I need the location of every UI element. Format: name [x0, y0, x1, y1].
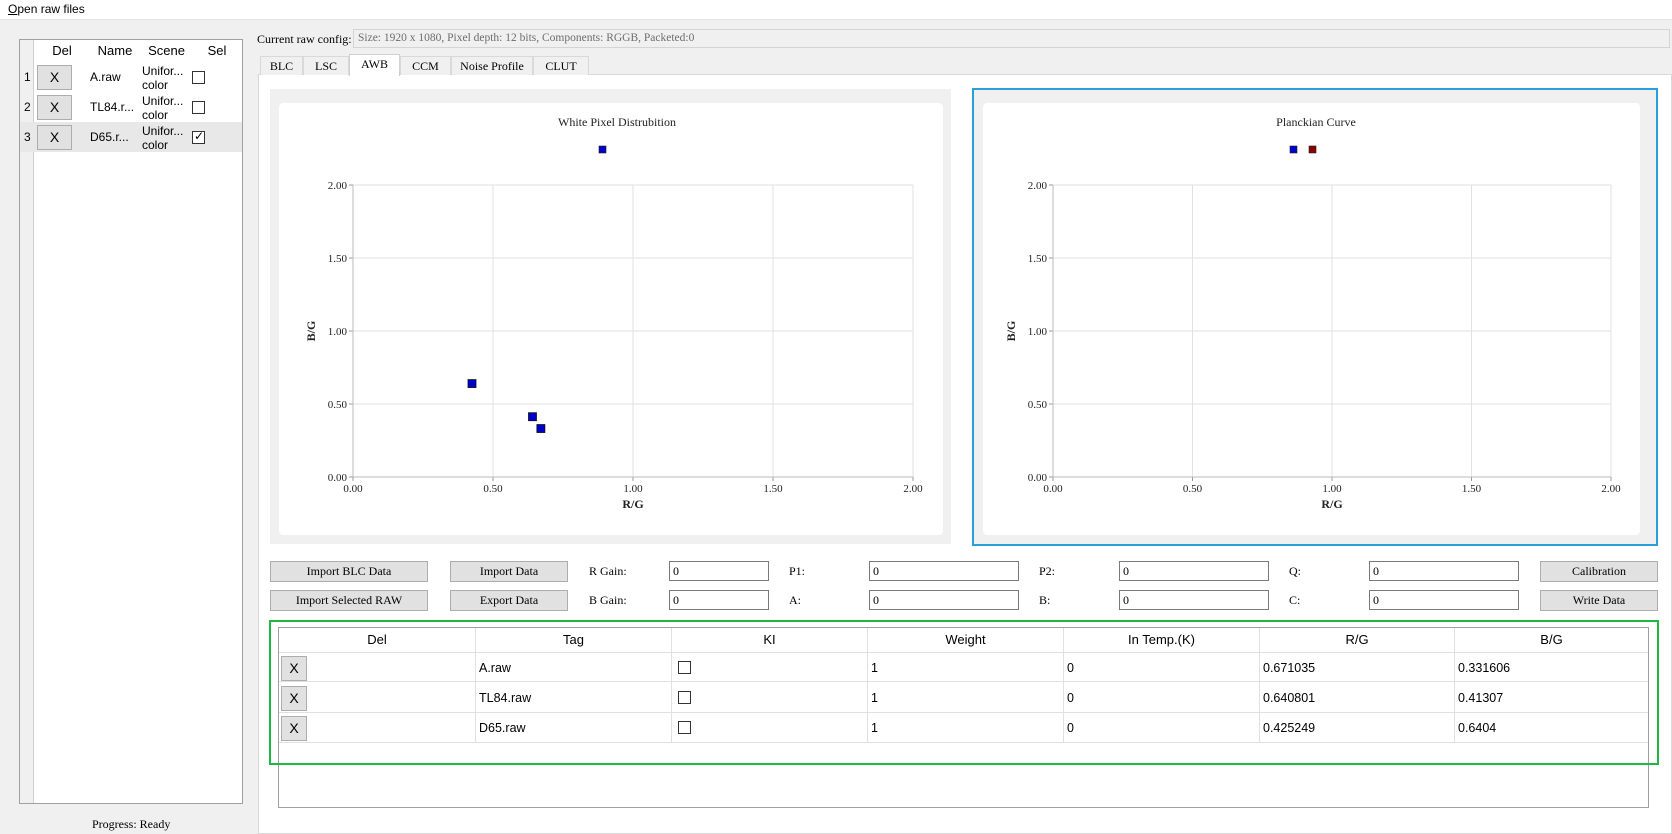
- x-tick-label: 0.50: [483, 483, 503, 495]
- row-number: 2: [24, 100, 31, 114]
- r-gain-input[interactable]: 0: [669, 561, 769, 581]
- white-pixel-chart: White Pixel Distrubition 0.00 0.50 1.00 1.50…: [304, 115, 923, 511]
- tab-lsc[interactable]: LSC: [303, 56, 349, 75]
- data-point: [528, 412, 537, 422]
- y-tick-label: 2.00: [1028, 180, 1048, 192]
- select-checkbox[interactable]: [192, 129, 205, 144]
- file-grid-header-scene: Scene: [148, 43, 185, 58]
- tab-clut[interactable]: CLUT: [533, 56, 589, 75]
- planckian-chart: Planckian Curve 0.00 0.50 1.00 1.50 2.00 0.00 0…: [1004, 115, 1621, 511]
- open-raw-files-menu[interactable]: Open raw files: [8, 2, 85, 16]
- tab-awb[interactable]: AWB: [349, 54, 400, 76]
- x-axis-label: R/G: [622, 497, 643, 511]
- tab-ccm[interactable]: CCM: [400, 56, 451, 75]
- export-data-button[interactable]: Export Data: [450, 590, 568, 611]
- q-label: Q:: [1289, 564, 1301, 578]
- file-grid-header-del: Del: [52, 43, 72, 58]
- row-number: 3: [24, 130, 31, 144]
- r-gain-label: R Gain:: [589, 564, 627, 578]
- legend-marker: [598, 145, 607, 154]
- file-scene: Unifor... color: [142, 94, 184, 122]
- file-grid-header-name: Name: [97, 43, 133, 58]
- raw-config-label: Current raw config:: [257, 32, 352, 46]
- selection-highlight: [269, 620, 1659, 765]
- x-tick-label: 1.00: [623, 483, 643, 495]
- delete-file-button[interactable]: X: [37, 65, 72, 90]
- select-checkbox[interactable]: [192, 101, 205, 114]
- write-data-button[interactable]: Write Data: [1540, 590, 1658, 611]
- x-tick-label: 0.00: [343, 483, 363, 495]
- y-axis-label: B/G: [304, 321, 318, 342]
- data-point: [536, 424, 546, 433]
- chart-title: White Pixel Distrubition: [558, 115, 676, 129]
- file-scene: Unifor... color: [142, 64, 184, 92]
- import-data-button[interactable]: Import Data: [450, 561, 568, 582]
- x-tick-label: 1.50: [1462, 483, 1482, 495]
- legend-marker: [1289, 145, 1298, 154]
- progress-status: Progress: Ready: [92, 817, 171, 831]
- b-input[interactable]: 0: [1119, 590, 1269, 610]
- b-gain-label: B Gain:: [589, 593, 627, 607]
- x-tick-label: 2.00: [1601, 483, 1621, 495]
- row-header-column: [20, 40, 34, 803]
- q-input[interactable]: 0: [1369, 561, 1519, 581]
- y-tick-label: 1.00: [1028, 326, 1048, 338]
- b-gain-input[interactable]: 0: [669, 590, 769, 610]
- y-axis-label: B/G: [1004, 321, 1018, 342]
- p1-input[interactable]: 0: [869, 561, 1019, 581]
- planckian-chart-area: Planckian Curve 0.00 0.50 1.00 1.50 2.00 0.00 0…: [983, 103, 1640, 535]
- file-row[interactable]: 3 X D65.r... Unifor... color: [20, 122, 242, 152]
- y-tick-label: 2.00: [328, 180, 348, 192]
- y-tick-label: 1.50: [1028, 253, 1048, 265]
- file-name: D65.r...: [90, 130, 129, 144]
- tab-noise-profile[interactable]: Noise Profile: [451, 56, 533, 75]
- y-tick-label: 0.00: [1028, 472, 1048, 484]
- calibration-button[interactable]: Calibration: [1540, 561, 1658, 582]
- select-checkbox[interactable]: [192, 71, 205, 84]
- y-tick-label: 1.00: [328, 326, 348, 338]
- y-tick-label: 1.50: [328, 253, 348, 265]
- y-tick-label: 0.50: [328, 399, 348, 411]
- c-input[interactable]: 0: [1369, 590, 1519, 610]
- a-input[interactable]: 0: [869, 590, 1019, 610]
- p2-input[interactable]: 0: [1119, 561, 1269, 581]
- x-tick-label: 1.00: [1322, 483, 1342, 495]
- file-row[interactable]: 2 X TL84.r... Unifor... color: [20, 92, 242, 122]
- b-label: B:: [1039, 593, 1051, 607]
- x-axis-label: R/G: [1321, 497, 1342, 511]
- p2-label: P2:: [1039, 564, 1056, 578]
- y-tick-label: 0.00: [328, 472, 348, 484]
- x-tick-label: 0.50: [1183, 483, 1203, 495]
- raw-file-list: Del Name Scene Sel 1 X A.raw Unifor... c…: [19, 39, 243, 804]
- file-name: TL84.r...: [90, 100, 135, 114]
- import-selected-raw-button[interactable]: Import Selected RAW: [270, 590, 428, 611]
- chart-title: Planckian Curve: [1276, 115, 1356, 129]
- import-blc-data-button[interactable]: Import BLC Data: [270, 561, 428, 582]
- x-tick-label: 2.00: [903, 483, 923, 495]
- y-tick-label: 0.50: [1028, 399, 1048, 411]
- legend-marker: [1308, 145, 1317, 154]
- row-number: 1: [24, 70, 31, 84]
- file-name: A.raw: [90, 70, 121, 84]
- file-grid-header-sel: Sel: [207, 43, 227, 58]
- p1-label: P1:: [789, 564, 806, 578]
- menu-bar: Open raw files: [0, 0, 1672, 20]
- file-scene: Unifor... color: [142, 124, 184, 152]
- data-point: [467, 379, 477, 388]
- x-tick-label: 0.00: [1043, 483, 1063, 495]
- a-label: A:: [789, 593, 801, 607]
- raw-config-field: Size: 1920 x 1080, Pixel depth: 12 bits,…: [353, 29, 1670, 48]
- c-label: C:: [1289, 593, 1301, 607]
- file-row[interactable]: 1 X A.raw Unifor... color: [20, 62, 242, 92]
- tab-blc[interactable]: BLC: [260, 56, 303, 75]
- white-pixel-chart-area: White Pixel Distrubition 0.00 0.50 1.00 1.50…: [279, 103, 943, 535]
- delete-file-button[interactable]: X: [37, 95, 72, 120]
- delete-file-button[interactable]: X: [37, 125, 72, 150]
- x-tick-label: 1.50: [763, 483, 783, 495]
